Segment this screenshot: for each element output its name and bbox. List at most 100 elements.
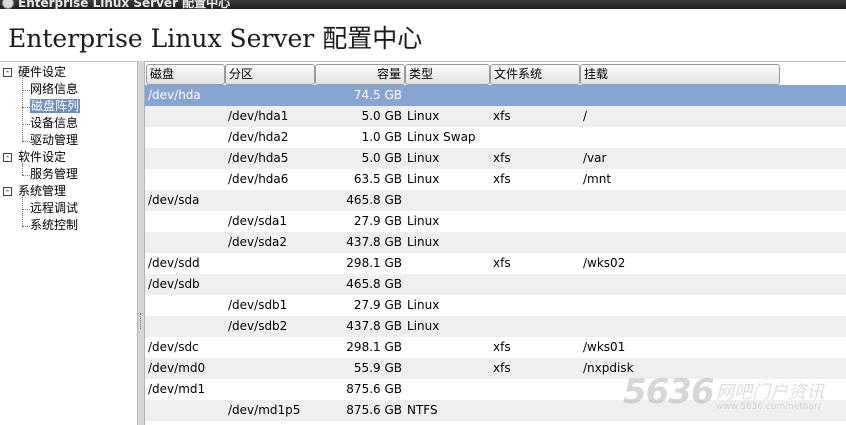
table-row[interactable]: /dev/sda1 27.9 GB Linux [145, 211, 846, 232]
table-row[interactable]: /dev/sdb 465.8 GB [145, 274, 846, 295]
tree-connector [22, 124, 30, 125]
cell-partition: /dev/hda6 [228, 172, 289, 186]
cell-filesystem [493, 274, 579, 295]
cell-capacity: 74.5 GB [353, 88, 402, 102]
column-header-disk[interactable]: 磁盘 [146, 64, 225, 85]
tree-item[interactable]: 远程调试 [30, 200, 78, 217]
cell-filesystem [493, 232, 579, 253]
table-row[interactable]: /dev/sdc 298.1 GB xfs/wks01 [145, 337, 846, 358]
cell-capacity: 298.1 GB [346, 340, 402, 354]
cell-capacity: 437.8 GB [346, 319, 402, 333]
cell-type [407, 190, 491, 211]
cell-partition: /dev/sdb2 [228, 319, 288, 333]
cell-type [407, 358, 491, 379]
cell-filesystem [493, 400, 579, 421]
table-row[interactable]: /dev/sdb1 27.9 GB Linux [145, 295, 846, 316]
tree-item[interactable]: 设备信息 [30, 115, 78, 132]
cell-filesystem [493, 127, 579, 148]
cell-capacity: 55.9 GB [353, 361, 402, 375]
column-header-partition[interactable]: 分区 [225, 64, 315, 85]
watermark: 5636 网吧门户资讯 www.5636.com/netbar/ [623, 372, 846, 425]
tree-item-label: 驱动管理 [30, 133, 79, 147]
cell-capacity: 465.8 GB [346, 277, 402, 291]
cell-mount [583, 274, 783, 295]
cell-mount: /mnt [583, 172, 612, 186]
tree-item[interactable]: 驱动管理 [30, 132, 78, 149]
cell-mount: /wks02 [583, 256, 626, 270]
cell-disk: /dev/sdd [148, 256, 200, 270]
cell-capacity: 437.8 GB [346, 235, 402, 249]
cell-disk [148, 400, 226, 421]
cell-disk: /dev/hda [148, 88, 201, 102]
collapse-icon[interactable]: - [3, 153, 12, 162]
tree-item[interactable]: 系统控制 [30, 217, 78, 234]
tree-connector [22, 163, 23, 175]
app-icon[interactable] [2, 0, 14, 9]
window-titlebar: Enterprise Linux Server 配置中心 [0, 0, 846, 9]
cell-type: Linux [407, 214, 440, 228]
collapse-icon[interactable]: - [3, 187, 12, 196]
cell-type: Linux [407, 109, 440, 123]
table-row[interactable]: /dev/sda 465.8 GB [145, 190, 846, 211]
table-row[interactable]: /dev/hda2 1.0 GB Linux Swap [145, 127, 846, 148]
navigation-tree: - 硬件设定 网络信息 磁盘阵列 设备信息 驱动管理 - 软件设定 服务管理 - 系统管理 远程调试系… [0, 61, 137, 425]
cell-disk [148, 148, 226, 169]
cell-disk [148, 232, 226, 253]
tree-group-label: 系统管理 [18, 184, 67, 198]
cell-filesystem: xfs [493, 256, 511, 270]
table-row[interactable]: /dev/hda6 63.5 GB Linux xfs/mnt [145, 169, 846, 190]
tree-connector [22, 197, 23, 226]
cell-filesystem [493, 379, 579, 400]
cell-filesystem [493, 295, 579, 316]
cell-filesystem: xfs [493, 340, 511, 354]
cell-partition: /dev/sda2 [228, 235, 288, 249]
tree-item[interactable]: 网络信息 [30, 81, 78, 98]
tree-group[interactable]: - 软件设定 [3, 149, 66, 166]
column-header-filesystem[interactable]: 文件系统 [490, 64, 580, 85]
column-header-mount[interactable]: 挂载 [580, 64, 780, 85]
cell-mount [583, 85, 783, 106]
table-row[interactable]: /dev/sdb2 437.8 GB Linux [145, 316, 846, 337]
cell-disk [148, 295, 226, 316]
table-row[interactable]: /dev/hda5 5.0 GB Linux xfs/var [145, 148, 846, 169]
column-header-type[interactable]: 类型 [405, 64, 490, 85]
table-header: 磁盘 分区 容量 类型 文件系统 挂载 [145, 64, 846, 85]
tree-connector [22, 78, 23, 141]
tree-item[interactable]: 磁盘阵列 [30, 98, 81, 115]
tree-group-label: 软件设定 [18, 150, 67, 164]
tree-group[interactable]: - 硬件设定 [3, 64, 66, 81]
cell-mount [583, 211, 783, 232]
column-header-capacity[interactable]: 容量 [315, 64, 405, 85]
tree-connector [22, 107, 30, 108]
cell-disk [148, 127, 226, 148]
collapse-icon[interactable]: - [3, 68, 12, 77]
cell-capacity: 5.0 GB [361, 151, 402, 165]
pane-splitter[interactable] [137, 61, 145, 425]
cell-partition [228, 379, 316, 400]
cell-partition: /dev/hda2 [228, 130, 289, 144]
cell-mount [583, 127, 783, 148]
cell-filesystem [493, 190, 579, 211]
cell-filesystem [493, 85, 579, 106]
cell-partition [228, 274, 316, 295]
cell-mount [583, 295, 783, 316]
tree-connector [22, 226, 30, 227]
cell-type [407, 379, 491, 400]
cell-disk: /dev/sdb [148, 277, 200, 291]
cell-partition: /dev/md1p5 [228, 403, 301, 417]
table-row[interactable]: /dev/hda1 5.0 GB Linux xfs / [145, 106, 846, 127]
tree-item[interactable]: 服务管理 [30, 166, 78, 183]
cell-disk [148, 106, 226, 127]
table-row[interactable]: /dev/hda 74.5 GB [145, 85, 846, 106]
window-title: Enterprise Linux Server 配置中心 [18, 0, 231, 9]
cell-partition: /dev/hda1 [228, 109, 289, 123]
tree-item-label: 服务管理 [30, 167, 79, 181]
app-header: Enterprise Linux Server 配置中心 [0, 9, 846, 61]
splitter-grip[interactable] [140, 313, 142, 329]
disk-table: 磁盘 分区 容量 类型 文件系统 挂载 /dev/hda 74.5 GB/dev/… [145, 61, 846, 425]
table-row[interactable]: /dev/sdd 298.1 GB xfs/wks02 [145, 253, 846, 274]
cell-disk: /dev/md0 [148, 361, 206, 375]
tree-group[interactable]: - 系统管理 [3, 183, 66, 200]
table-row[interactable]: /dev/sda2 437.8 GB Linux [145, 232, 846, 253]
cell-capacity: 5.0 GB [361, 109, 402, 123]
